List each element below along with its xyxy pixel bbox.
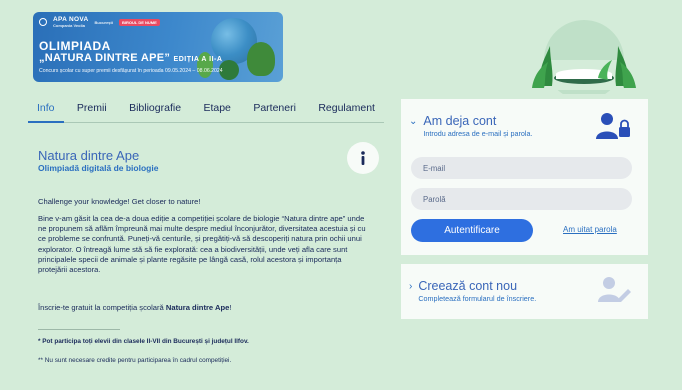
password-field[interactable] xyxy=(411,188,632,210)
content-tabs: Info Premii Bibliografie Etape Parteneri… xyxy=(28,97,384,123)
olympiad-banner: APA NOVA Compania Veolia București BIROU… xyxy=(33,12,283,82)
tab-premii[interactable]: Premii xyxy=(68,97,116,123)
banner-logos: APA NOVA Compania Veolia București BIROU… xyxy=(39,16,160,28)
chevron-down-icon: ⌄ xyxy=(409,116,418,127)
logo-right-badge: BIROUL DE NUME xyxy=(118,18,160,26)
signup-call-name: Natura dintre Ape xyxy=(165,303,230,312)
chevron-right-icon: › xyxy=(409,281,413,292)
register-title: Creează cont nou xyxy=(418,279,518,293)
tab-etape[interactable]: Etape xyxy=(194,97,239,123)
login-title: Am deja cont xyxy=(423,114,497,128)
banner-title-line2: „NATURA DINTRE APE” EDIȚIA A II-A xyxy=(39,52,222,64)
signup-call-prefix: Înscrie-te gratuit la competiția școlară xyxy=(38,303,166,312)
user-edit-icon xyxy=(598,277,631,302)
register-panel: › Creează cont nou Completează formularu… xyxy=(401,264,648,319)
page-subtitle: Olimpiadă digitală de biologie xyxy=(38,163,159,173)
banner-edition: EDIȚIA A II-A xyxy=(173,56,223,63)
banner-title-name: „NATURA DINTRE APE” xyxy=(39,52,171,64)
logo-main-text: APA NOVA xyxy=(53,16,89,23)
tab-info[interactable]: Info xyxy=(28,97,64,123)
page-title: Natura dintre Ape xyxy=(38,148,140,163)
user-lock-icon xyxy=(596,113,630,139)
tab-parteneri[interactable]: Parteneri xyxy=(244,97,305,123)
banner-title-line1: OLIMPIADA xyxy=(39,39,111,53)
podium-illustration xyxy=(532,20,636,94)
intro-paragraph: Bine v-am găsit la cea de-a doua ediție … xyxy=(38,214,366,275)
signup-call: Înscrie-te gratuit la competiția școlară… xyxy=(38,303,368,313)
eligibility-note: * Pot participa toți elevii din clasele … xyxy=(38,338,249,345)
credits-note: ** Nu sunt necesare credite pentru parti… xyxy=(38,357,232,364)
login-button[interactable]: Autentificare xyxy=(411,219,533,242)
register-subtitle: Completează formularul de înscriere. xyxy=(418,294,537,303)
apa-nova-logo-icon xyxy=(39,18,47,26)
notes-divider xyxy=(38,329,120,330)
logo-mid-text: București xyxy=(94,19,113,25)
register-header[interactable]: › Creează cont nou Completează formularu… xyxy=(409,279,536,303)
forgot-password-link[interactable]: Am uitat parola xyxy=(563,225,617,234)
login-subtitle: Introdu adresa de e-mail și parola. xyxy=(423,129,533,138)
login-header[interactable]: ⌄ Am deja cont Introdu adresa de e-mail … xyxy=(409,114,532,138)
tab-bibliografie[interactable]: Bibliografie xyxy=(120,97,190,123)
email-field[interactable] xyxy=(411,157,632,179)
intro-tagline: Challenge your knowledge! Get closer to … xyxy=(38,197,201,206)
signup-call-suffix: ! xyxy=(229,303,232,312)
tab-regulament[interactable]: Regulament xyxy=(309,97,384,123)
banner-subtitle: Concurs școlar cu super premii desfășura… xyxy=(39,68,223,74)
login-panel: ⌄ Am deja cont Introdu adresa de e-mail … xyxy=(401,99,648,255)
info-icon xyxy=(347,142,379,174)
tree-illustration xyxy=(247,42,275,76)
logo-sub-text: Compania Veolia xyxy=(53,23,86,28)
